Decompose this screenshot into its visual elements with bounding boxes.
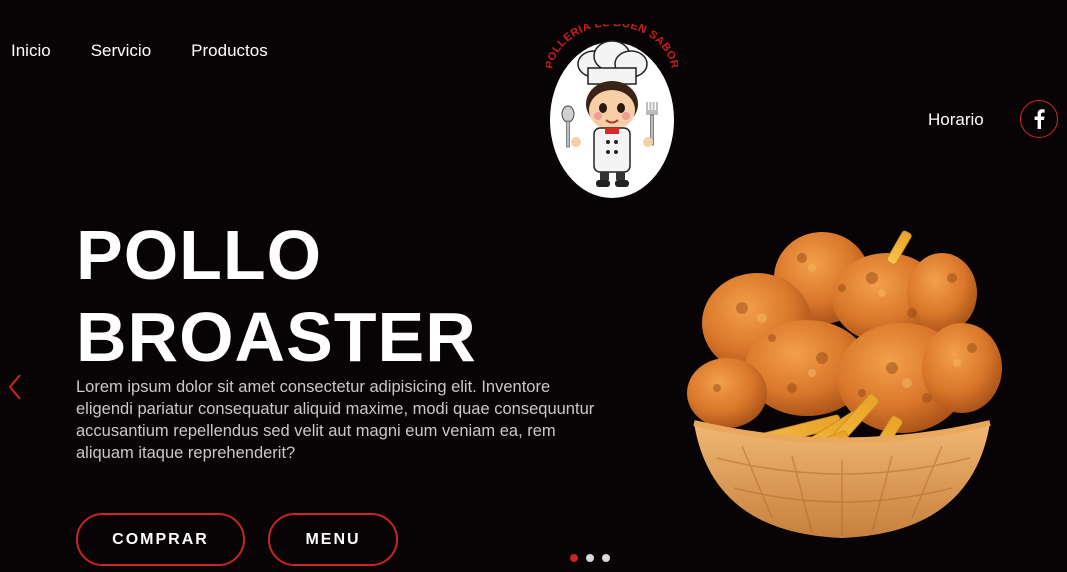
menu-button[interactable]: MENU (268, 513, 398, 566)
hero-description: Lorem ipsum dolor sit amet consectetur a… (76, 378, 595, 462)
nav-item-servicio[interactable]: Servicio (91, 41, 151, 61)
nav-item-horario[interactable]: Horario (928, 110, 984, 130)
main-nav: Inicio Servicio Productos (11, 41, 268, 61)
hero-title-line-2: BROASTER (76, 298, 477, 376)
nav-item-productos[interactable]: Productos (191, 41, 268, 61)
carousel-dot-3[interactable] (602, 554, 610, 562)
comprar-button[interactable]: COMPRAR (76, 513, 245, 566)
brand-logo[interactable]: POLLERIA EL BUEN SABOR (546, 24, 678, 200)
facebook-icon[interactable] (1020, 100, 1058, 138)
hero-title-line-1: POLLO (76, 216, 323, 294)
carousel-dot-1[interactable] (570, 554, 578, 562)
fried-chicken-image (687, 230, 1002, 538)
carousel-dot-2[interactable] (586, 554, 594, 562)
chevron-left-icon[interactable] (6, 372, 24, 402)
hero-title: POLLO BROASTER (76, 214, 477, 378)
carousel-dots (570, 554, 610, 562)
nav-item-inicio[interactable]: Inicio (11, 41, 51, 61)
